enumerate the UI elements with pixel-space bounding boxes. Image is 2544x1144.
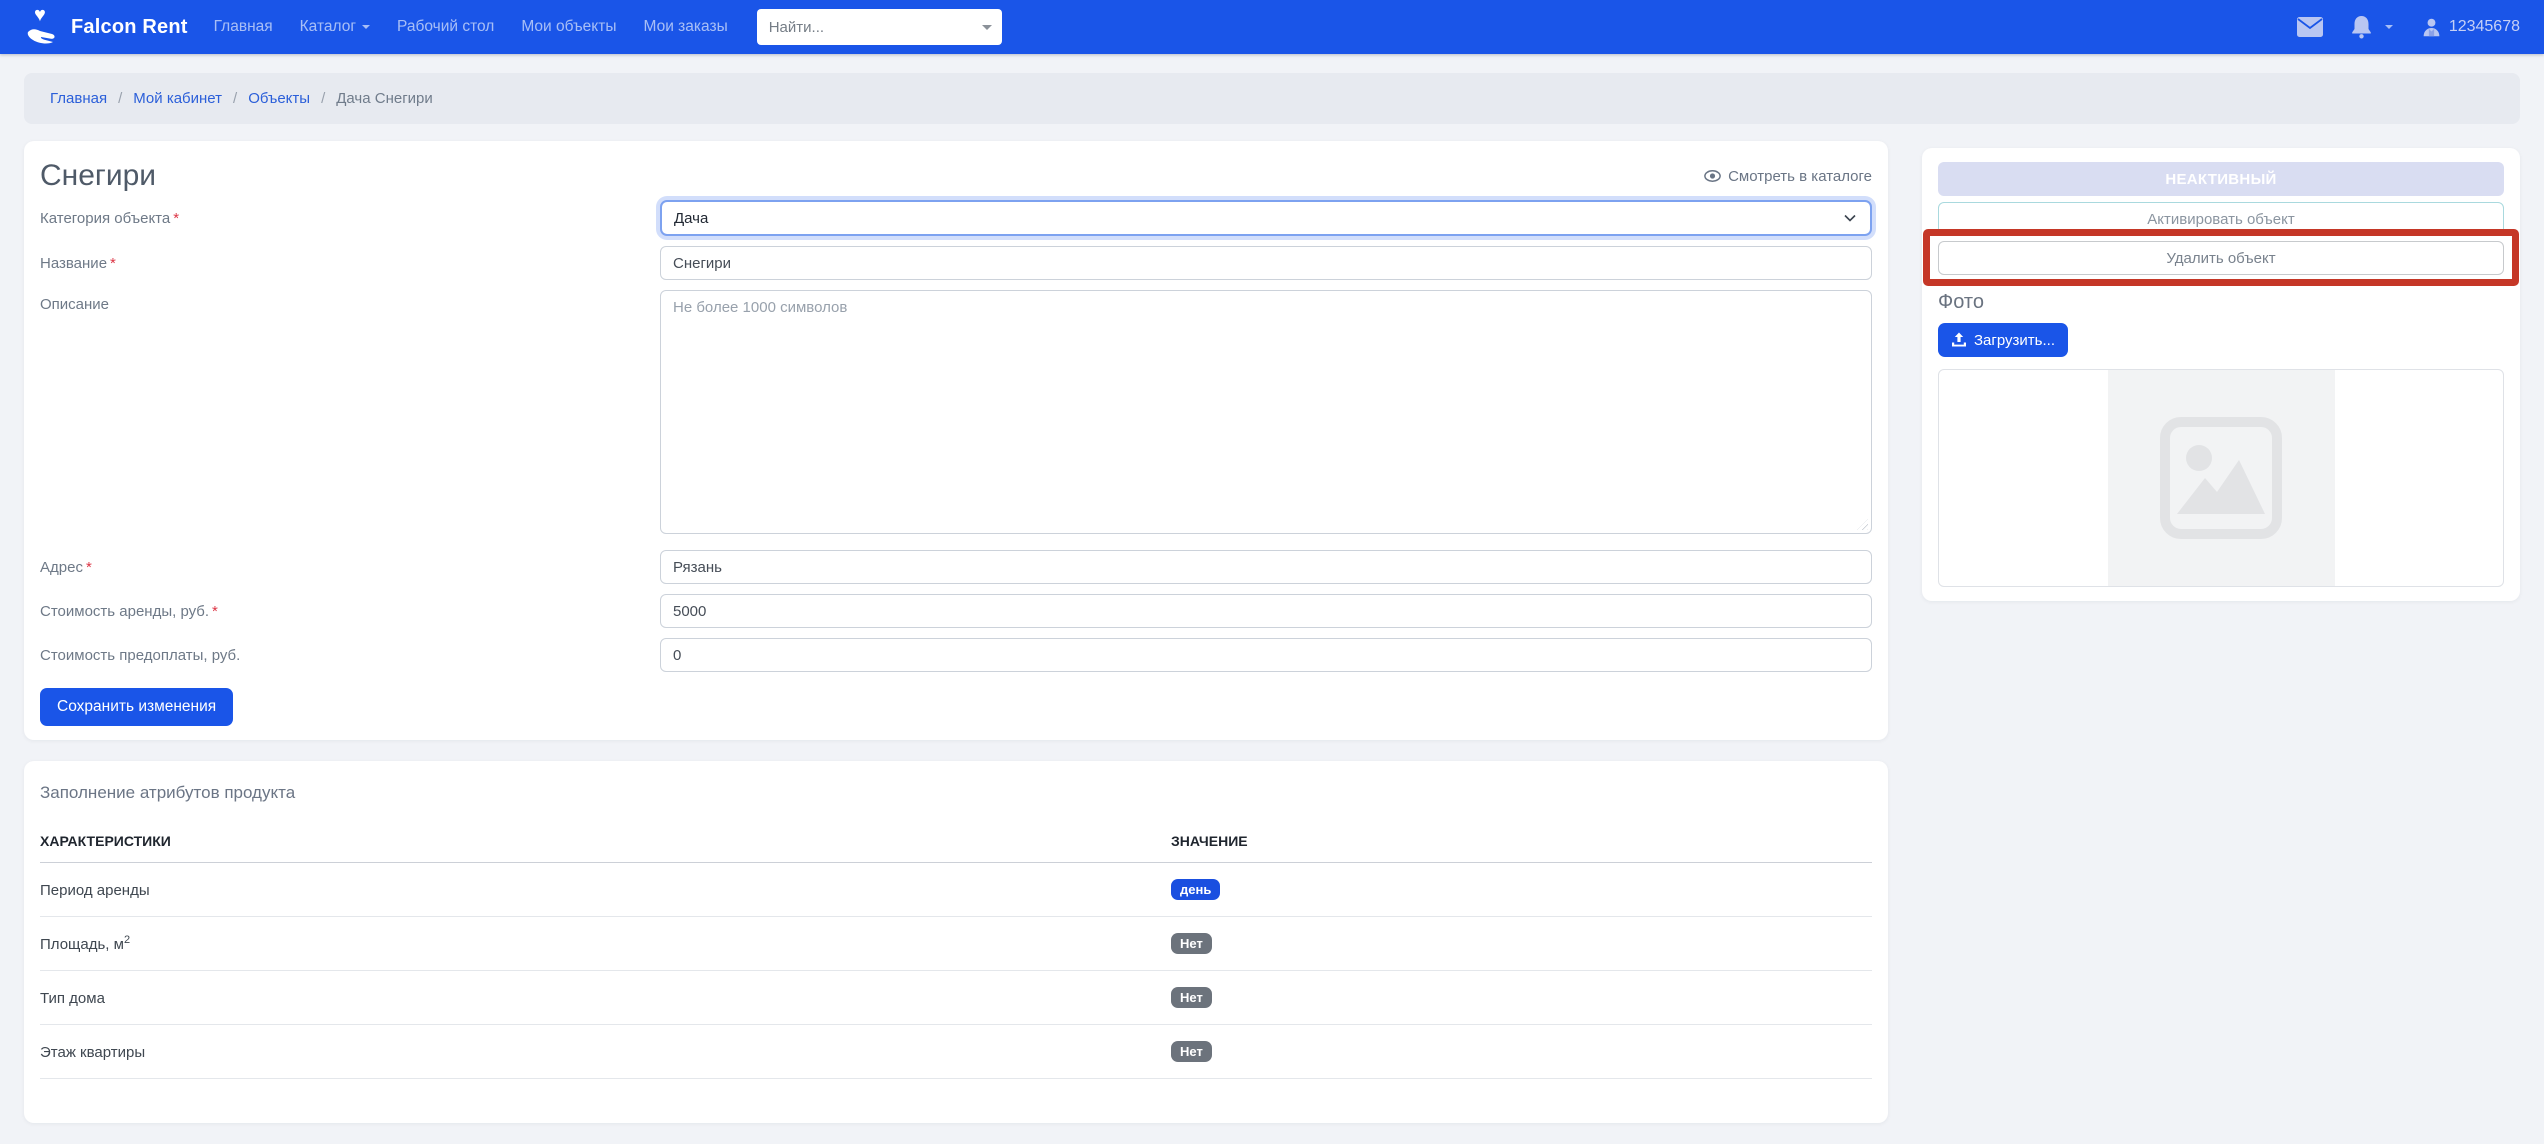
field-label-address: Адрес*	[40, 559, 660, 576]
view-in-catalog-link[interactable]: Смотреть в каталоге	[1704, 168, 1872, 185]
user-menu[interactable]: 12345678	[2421, 17, 2520, 38]
attributes-title: Заполнение атрибутов продукта	[40, 783, 1872, 803]
field-label-prepay-price: Стоимость предоплаты, руб.	[40, 647, 660, 664]
breadcrumb-separator: /	[321, 90, 325, 107]
breadcrumb-separator: /	[233, 90, 237, 107]
user-icon	[2421, 17, 2442, 38]
field-label-name: Название*	[40, 255, 660, 272]
navbar-right-cluster: 12345678	[2297, 15, 2520, 39]
upload-icon	[1951, 332, 1967, 348]
brand-name: Falcon Rent	[71, 16, 188, 39]
falcon-rent-logo-icon: ♥	[24, 8, 62, 46]
required-mark: *	[173, 210, 179, 227]
view-in-catalog-label: Смотреть в каталоге	[1728, 168, 1872, 185]
attribute-name: Тип дома	[40, 971, 1171, 1025]
attribute-name: Период аренды	[40, 863, 1171, 917]
attributes-card: Заполнение атрибутов продукта ХАРАКТЕРИС…	[24, 761, 1888, 1123]
category-select[interactable]: Дача	[660, 200, 1872, 236]
object-status-panel: НЕАКТИВНЫЙ Активировать объект Удалить о…	[1922, 148, 2520, 601]
status-badge: НЕАКТИВНЫЙ	[1938, 162, 2504, 196]
activate-object-button[interactable]: Активировать объект	[1938, 202, 2504, 236]
upload-photo-button[interactable]: Загрузить...	[1938, 323, 2068, 357]
breadcrumb-separator: /	[118, 90, 122, 107]
attribute-value-badge[interactable]: Нет	[1171, 933, 1212, 954]
notifications-button[interactable]	[2351, 15, 2393, 39]
nav-item-desktop[interactable]: Рабочий стол	[397, 18, 494, 36]
chevron-down-icon	[982, 25, 992, 30]
attribute-value-badge[interactable]: Нет	[1171, 1041, 1212, 1062]
breadcrumb-link-cabinet[interactable]: Мой кабинет	[133, 90, 222, 107]
name-input[interactable]	[660, 246, 1872, 280]
column-header-characteristics: ХАРАКТЕРИСТИКИ	[40, 820, 1171, 863]
attribute-name: Этаж квартиры	[40, 1025, 1171, 1079]
address-input[interactable]	[660, 550, 1872, 584]
prepay-price-input[interactable]	[660, 638, 1872, 672]
column-header-value: ЗНАЧЕНИЕ	[1171, 820, 1872, 863]
attribute-value-badge[interactable]: день	[1171, 879, 1220, 900]
field-label-description: Описание	[40, 290, 660, 313]
photo-section-title: Фото	[1938, 291, 2504, 314]
required-mark: *	[212, 603, 218, 620]
required-mark: *	[110, 255, 116, 272]
eye-icon	[1704, 170, 1721, 182]
upload-button-label: Загрузить...	[1974, 332, 2055, 349]
breadcrumb-link-home[interactable]: Главная	[50, 90, 107, 107]
nav-item-my-objects[interactable]: Мои объекты	[521, 18, 616, 36]
messages-button[interactable]	[2297, 17, 2323, 37]
description-textarea[interactable]	[660, 290, 1872, 534]
image-placeholder-icon	[2157, 414, 2285, 542]
table-row: Тип дома Нет	[40, 971, 1872, 1025]
nav-item-catalog[interactable]: Каталог	[300, 18, 370, 36]
bell-icon	[2351, 15, 2372, 39]
nav-item-home[interactable]: Главная	[214, 18, 273, 36]
chevron-down-icon	[2385, 25, 2393, 29]
attribute-value-badge[interactable]: Нет	[1171, 987, 1212, 1008]
top-navbar: ♥ Falcon Rent Главная Каталог Рабочий ст…	[0, 0, 2544, 54]
rent-price-input[interactable]	[660, 594, 1872, 628]
field-label-rent-price: Стоимость аренды, руб.*	[40, 603, 660, 620]
table-row: Период аренды день	[40, 863, 1872, 917]
breadcrumb: Главная / Мой кабинет / Объекты / Дача С…	[24, 73, 2520, 124]
envelope-icon	[2297, 17, 2323, 37]
table-row: Этаж квартиры Нет	[40, 1025, 1872, 1079]
global-search[interactable]	[757, 9, 1002, 45]
table-row: Площадь, м2 Нет	[40, 917, 1872, 971]
chevron-down-icon	[1844, 214, 1856, 222]
user-id-label: 12345678	[2449, 18, 2520, 36]
nav-item-my-orders[interactable]: Мои заказы	[644, 18, 728, 36]
nav-item-catalog-label: Каталог	[300, 18, 356, 36]
brand-logo[interactable]: ♥ Falcon Rent	[24, 8, 188, 46]
category-select-value: Дача	[674, 210, 708, 227]
object-edit-card: Снегири Смотреть в каталоге Категория об…	[24, 141, 1888, 740]
attributes-table: ХАРАКТЕРИСТИКИ ЗНАЧЕНИЕ Период аренды де…	[40, 820, 1872, 1079]
field-label-category: Категория объекта*	[40, 210, 660, 227]
breadcrumb-current: Дача Снегири	[336, 90, 433, 107]
page-title: Снегири	[40, 159, 156, 193]
chevron-down-icon	[362, 25, 370, 29]
search-input[interactable]	[769, 19, 982, 36]
breadcrumb-link-objects[interactable]: Объекты	[248, 90, 310, 107]
save-button[interactable]: Сохранить изменения	[40, 688, 233, 726]
delete-object-button[interactable]: Удалить объект	[1938, 241, 2504, 275]
attribute-name: Площадь, м2	[40, 917, 1171, 971]
main-nav: Главная Каталог Рабочий стол Мои объекты…	[214, 18, 755, 36]
photo-placeholder	[1938, 369, 2504, 587]
required-mark: *	[86, 559, 92, 576]
